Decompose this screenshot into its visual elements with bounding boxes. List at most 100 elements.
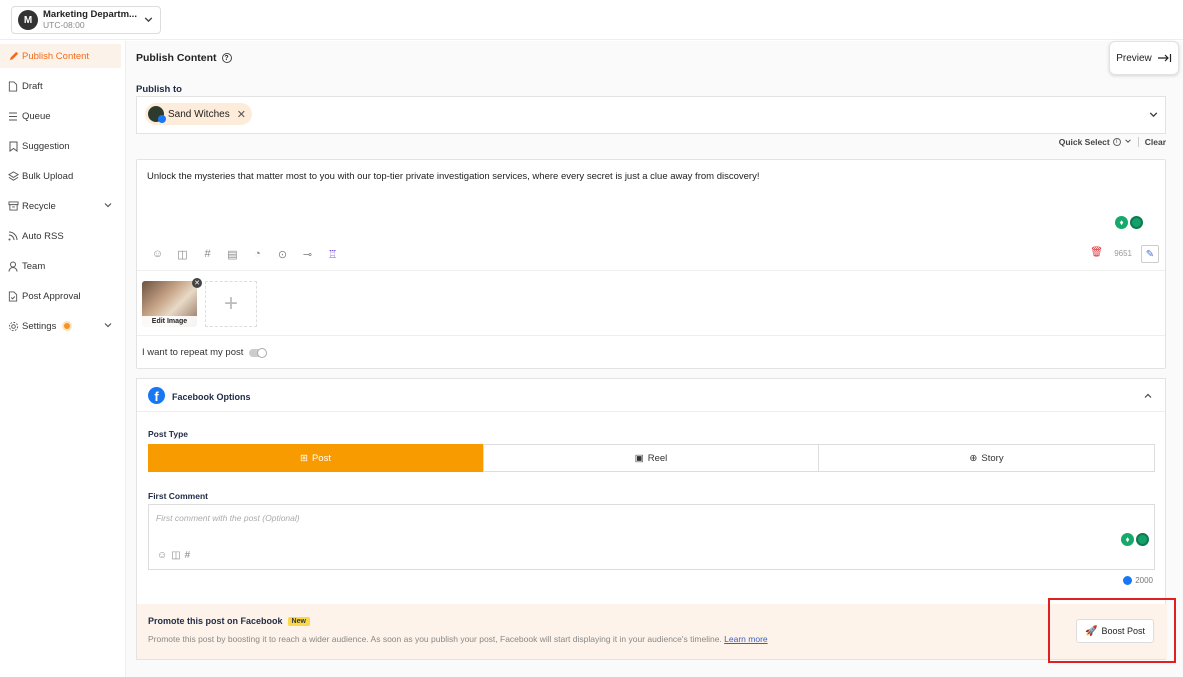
camera-icon[interactable]: ◫ bbox=[171, 550, 180, 561]
clear-button[interactable]: Clear bbox=[1145, 137, 1166, 147]
grammar-tools[interactable]: ♦ bbox=[1121, 533, 1149, 546]
facebook-options-header[interactable]: f Facebook Options bbox=[137, 379, 1165, 412]
workspace-selector[interactable]: M Marketing Departm... UTC-08:00 bbox=[11, 6, 161, 34]
account-chip[interactable]: Sand Witches ✕ bbox=[145, 103, 252, 125]
workspace-name: Marketing Departm... bbox=[43, 9, 137, 20]
user-icon bbox=[4, 261, 22, 272]
location-icon[interactable]: ⊙ bbox=[274, 248, 291, 261]
post-type-tabs: ⊞ Post ▣ Reel ⊕ Story bbox=[148, 444, 1155, 472]
sidebar-item-auto-rss[interactable]: Auto RSS bbox=[0, 224, 121, 248]
comment-toolbar: ☺ ◫ # bbox=[157, 550, 190, 561]
notification-dot bbox=[64, 323, 71, 329]
grammarly-icon[interactable] bbox=[1136, 533, 1149, 546]
grammarly-icon[interactable] bbox=[1130, 216, 1143, 229]
promote-title-row: Promote this post on Facebook New bbox=[148, 616, 310, 626]
chevron-up-icon[interactable] bbox=[1143, 390, 1153, 404]
account-name: Sand Witches bbox=[168, 108, 230, 120]
page-title-text: Publish Content bbox=[136, 52, 217, 64]
sidebar-item-label: Bulk Upload bbox=[22, 170, 74, 182]
main-content: Publish Content ? Preview Publish to San… bbox=[126, 41, 1183, 677]
robot-icon[interactable]: ♖ bbox=[324, 248, 341, 261]
workspace-timezone: UTC-08:00 bbox=[43, 20, 85, 30]
tab-label: Story bbox=[981, 452, 1004, 464]
account-selector[interactable]: Sand Witches ✕ bbox=[136, 96, 1166, 134]
list-icon bbox=[4, 112, 22, 121]
chart-icon[interactable]: ◔ bbox=[249, 248, 266, 261]
plus-circle-icon: ⊕ bbox=[969, 452, 978, 464]
comment-placeholder: First comment with the post (Optional) bbox=[156, 513, 300, 523]
gear-icon bbox=[4, 321, 22, 332]
edit-image-button[interactable]: Edit Image bbox=[142, 316, 197, 327]
media-thumbnail[interactable]: Edit Image ✕ bbox=[142, 278, 202, 327]
sidebar-item-label: Queue bbox=[22, 110, 51, 122]
sidebar-item-post-approval[interactable]: Post Approval bbox=[0, 284, 121, 308]
page-title: Publish Content ? bbox=[136, 52, 232, 64]
sidebar-item-recycle[interactable]: Recycle bbox=[0, 194, 121, 218]
quick-select-button[interactable]: Quick Select bbox=[1059, 137, 1110, 147]
document-icon bbox=[4, 80, 22, 92]
post-editor: Unlock the mysteries that matter most to… bbox=[136, 159, 1166, 369]
camera-icon[interactable]: ◫ bbox=[174, 248, 191, 261]
promote-description: Promote this post by boosting it to reac… bbox=[148, 634, 722, 644]
add-media-button[interactable]: + bbox=[205, 281, 257, 327]
content-header: Publish Content ? Preview bbox=[126, 41, 1183, 75]
post-text-editor[interactable]: Unlock the mysteries that matter most to… bbox=[147, 171, 759, 182]
sidebar-item-label: Post Approval bbox=[22, 290, 81, 302]
publish-to-label: Publish to bbox=[136, 84, 182, 95]
file-icon[interactable]: ▤ bbox=[224, 248, 241, 261]
tab-label: Post bbox=[311, 452, 331, 464]
post-type-label: Post Type bbox=[148, 429, 188, 439]
sidebar-item-suggestion[interactable]: Suggestion bbox=[0, 134, 121, 158]
highlight-box bbox=[1048, 598, 1176, 663]
top-bar: M Marketing Departm... UTC-08:00 bbox=[0, 0, 1183, 40]
archive-icon bbox=[4, 201, 22, 211]
layers-icon bbox=[4, 170, 22, 182]
sidebar-item-settings[interactable]: Settings bbox=[0, 314, 121, 338]
chevron-down-icon bbox=[143, 14, 154, 28]
tab-reel[interactable]: ▣ Reel bbox=[483, 444, 819, 472]
promote-title: Promote this post on Facebook bbox=[148, 616, 283, 626]
tab-post[interactable]: ⊞ Post bbox=[148, 444, 483, 472]
sidebar-item-bulk-upload[interactable]: Bulk Upload bbox=[0, 164, 121, 188]
promote-section: Promote this post on Facebook New Promot… bbox=[137, 604, 1167, 659]
emoji-icon[interactable]: ☺ bbox=[157, 550, 167, 561]
sidebar-item-draft[interactable]: Draft bbox=[0, 74, 121, 98]
lightbulb-icon[interactable]: ♦ bbox=[1121, 533, 1134, 546]
learn-more-link[interactable]: Learn more bbox=[724, 634, 767, 644]
sidebar-item-label: Team bbox=[22, 260, 46, 272]
divider bbox=[137, 335, 1165, 336]
preview-button[interactable]: Preview bbox=[1109, 41, 1179, 75]
tab-label: Reel bbox=[647, 452, 668, 464]
chevron-down-icon bbox=[1148, 109, 1159, 123]
bookmark-icon bbox=[4, 141, 22, 152]
divider bbox=[1137, 137, 1139, 147]
help-icon[interactable]: ? bbox=[221, 53, 232, 63]
close-icon[interactable]: ✕ bbox=[192, 278, 202, 288]
magic-wand-icon[interactable]: ✎ bbox=[1141, 245, 1159, 263]
trash-icon[interactable]: 🗑 bbox=[1090, 247, 1103, 258]
sidebar-item-label: Draft bbox=[22, 80, 43, 92]
hashtag-icon[interactable]: # bbox=[199, 248, 216, 261]
sidebar-item-label: Suggestion bbox=[22, 140, 70, 152]
link-icon[interactable]: ⊸ bbox=[299, 248, 316, 261]
sidebar-item-team[interactable]: Team bbox=[0, 254, 121, 278]
rss-icon bbox=[4, 231, 22, 241]
chevron-down-icon bbox=[103, 200, 113, 212]
lightbulb-icon[interactable]: ♦ bbox=[1115, 216, 1128, 229]
grammar-tools[interactable]: ♦ bbox=[1115, 216, 1143, 229]
info-icon: i bbox=[1112, 138, 1121, 146]
first-comment-input[interactable]: First comment with the post (Optional) ☺… bbox=[148, 504, 1155, 570]
comment-character-count: 2000 bbox=[1135, 576, 1153, 585]
sidebar-item-label: Auto RSS bbox=[22, 230, 64, 242]
repeat-toggle[interactable] bbox=[249, 347, 268, 358]
grid-icon: ⊞ bbox=[300, 452, 308, 464]
close-icon[interactable]: ✕ bbox=[237, 108, 246, 121]
tab-story[interactable]: ⊕ Story bbox=[818, 444, 1155, 472]
emoji-icon[interactable]: ☺ bbox=[149, 248, 166, 261]
reel-icon: ▣ bbox=[634, 452, 644, 464]
sidebar-item-queue[interactable]: Queue bbox=[0, 104, 121, 128]
arrow-right-bar-icon bbox=[1157, 53, 1172, 63]
hashtag-icon[interactable]: # bbox=[185, 550, 191, 561]
sidebar-item-publish-content[interactable]: Publish Content bbox=[0, 44, 121, 68]
quick-select-bar: Quick Select i Clear bbox=[1059, 137, 1166, 147]
